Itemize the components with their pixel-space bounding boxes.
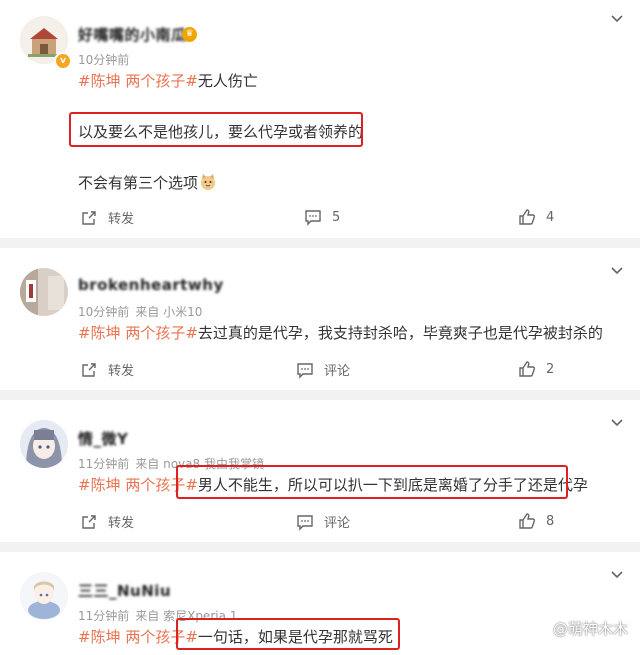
post-meta: 10分钟前 (78, 51, 135, 68)
thumbs-up-icon (519, 361, 536, 377)
highlight-box (69, 112, 363, 147)
verified-badge-icon: v (54, 52, 72, 70)
post-meta: 10分钟前 来自 小米10 (78, 303, 208, 320)
username[interactable]: brokenheartwhy (78, 276, 224, 294)
comment-card-1: v 好嘴嘴的小南瓜 ♛ 10分钟前 #陈坤 两个孩子#无人伤亡 以及要么不是他孩… (0, 0, 640, 238)
avatar[interactable] (20, 420, 68, 468)
comment-button[interactable]: 评论 (296, 512, 350, 531)
comment-card-3: 情_微Y 11分钟前 来自 nova8 我由我掌镜 #陈坤 两个孩子#男人不能生，… (0, 400, 640, 542)
post-text: 去过真的是代孕，我支持封杀哈，毕竟爽子也是代孕被封杀的 (197, 324, 603, 342)
post-text-line-3: 不会有第三个选项 (78, 172, 217, 193)
post-time: 10分钟前 (78, 53, 130, 67)
like-count: 4 (546, 209, 555, 225)
repost-button[interactable]: 转发 (80, 360, 134, 379)
watermark: @萌神木木 (552, 620, 628, 638)
chevron-down-icon[interactable] (610, 416, 624, 430)
comment-card-2: brokenheartwhy 10分钟前 来自 小米10 #陈坤 两个孩子#去过真… (0, 248, 640, 390)
like-button[interactable]: 4 (518, 208, 554, 226)
like-count: 2 (546, 361, 555, 377)
highlight-box (176, 465, 568, 499)
like-count: 8 (546, 513, 555, 529)
member-crown-icon: ♛ (182, 27, 197, 42)
comment-button[interactable]: 5 (304, 208, 340, 226)
post-time: 11分钟前 (78, 457, 130, 471)
repost-label: 转发 (108, 364, 135, 379)
post-text-line-1: #陈坤 两个孩子#去过真的是代孕，我支持封杀哈，毕竟爽子也是代孕被封杀的 (78, 322, 603, 343)
comment-icon (297, 362, 313, 379)
divider (0, 390, 640, 400)
repost-label: 转发 (108, 212, 135, 227)
username[interactable]: 三三_NuNiu (78, 580, 171, 601)
topic-link[interactable]: #陈坤 两个孩子# (78, 72, 198, 90)
avatar-image (20, 268, 68, 316)
avatar[interactable] (20, 268, 68, 316)
comment-card-4: 三三_NuNiu 11分钟前 来自 索尼Xperia 1 #陈坤 两个孩子#一句话… (0, 552, 640, 655)
username[interactable]: 情_微Y (78, 428, 128, 449)
avatar[interactable] (20, 572, 68, 620)
username[interactable]: 好嘴嘴的小南瓜 (78, 24, 187, 45)
repost-button[interactable]: 转发 (80, 512, 134, 531)
chevron-down-icon[interactable] (610, 264, 624, 278)
repost-icon (82, 514, 96, 529)
comment-label: 评论 (324, 516, 351, 531)
like-button[interactable]: 2 (518, 360, 554, 378)
thumbs-up-icon (519, 513, 536, 529)
like-button[interactable]: 8 (518, 512, 554, 530)
post-time: 11分钟前 (78, 609, 130, 623)
repost-icon (82, 210, 96, 225)
repost-label: 转发 (108, 516, 135, 531)
divider (0, 238, 640, 248)
comment-count: 5 (332, 209, 341, 225)
topic-link[interactable]: #陈坤 两个孩子# (78, 324, 198, 342)
comment-icon (305, 210, 321, 226)
post-text: 不会有第三个选项 (78, 174, 199, 192)
thumbs-up-icon (519, 209, 536, 225)
avatar-image (20, 572, 68, 620)
chevron-down-icon[interactable] (610, 568, 624, 582)
post-text-line-1: #陈坤 两个孩子#无人伤亡 (78, 70, 258, 91)
comment-button[interactable]: 评论 (296, 360, 350, 379)
cat-emoji-icon (201, 174, 216, 190)
repost-icon (82, 362, 96, 377)
post-text: 无人伤亡 (197, 72, 258, 90)
post-time: 10分钟前 (78, 305, 130, 319)
avatar-image (20, 420, 68, 468)
repost-button[interactable]: 转发 (80, 208, 134, 227)
comment-label: 评论 (324, 364, 351, 379)
divider (0, 542, 640, 552)
post-source: 来自 小米10 (135, 305, 203, 319)
chevron-down-icon[interactable] (610, 12, 624, 26)
highlight-box (176, 618, 400, 650)
comment-icon (297, 514, 313, 531)
